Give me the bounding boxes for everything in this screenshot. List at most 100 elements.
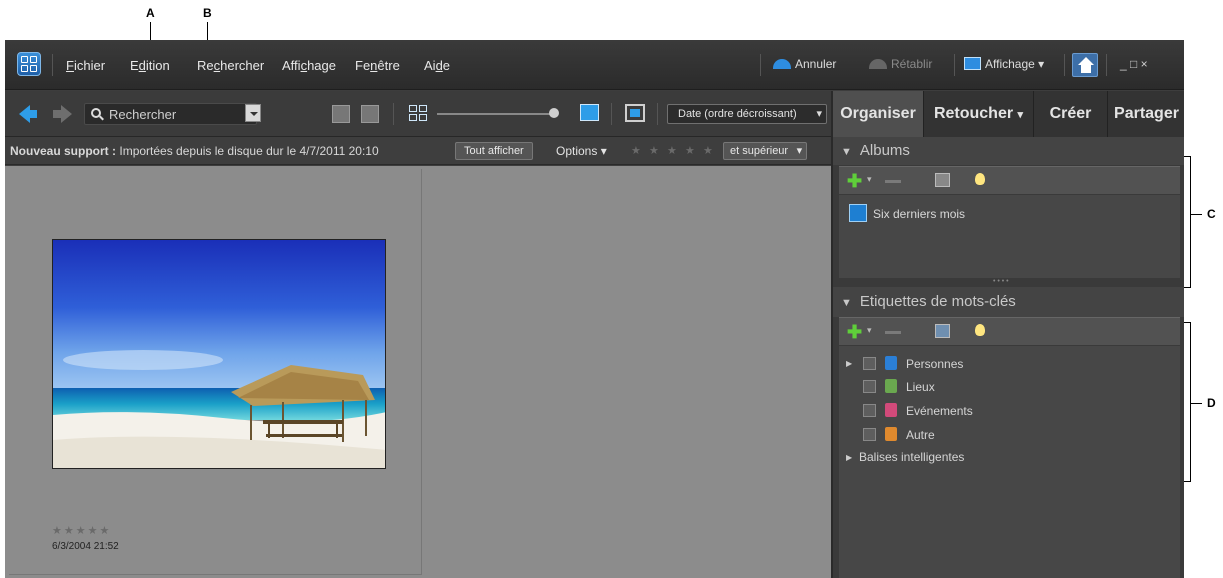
panel-resize-handle[interactable]: • • • • [993,278,1009,285]
monitor-icon [964,57,981,70]
toolbar-separator [657,103,658,125]
rating-star-icon[interactable]: ★ [631,144,641,157]
forward-arrow-icon[interactable] [61,105,72,123]
toolbar-separator [393,103,394,125]
place-tag-icon [885,379,897,393]
home-icon [1078,57,1094,65]
media-info-bar: Nouveau support : Importées depuis le di… [5,137,831,165]
app-logo-icon[interactable] [17,52,41,76]
albums-list: Six derniers mois [839,195,1180,278]
edit-album-icon[interactable] [935,173,950,187]
options-menu-button[interactable]: Options ▾ [556,144,607,158]
panel-tabs: Organiser Retoucher ▾ Créer Partager [833,91,1184,137]
bulb-icon[interactable] [975,173,985,185]
menu-aide[interactable]: Aide [424,58,450,73]
event-tag-icon [885,403,897,417]
add-dropdown-icon[interactable]: ▾ [867,325,872,336]
menu-fichier[interactable]: Fichier [66,58,105,73]
large-view-icon[interactable] [580,104,599,121]
bracket-c-tick [1190,214,1202,215]
thumbnail-cell[interactable]: ★★★★★ 6/3/2004 21:52 [9,169,422,575]
callout-c: C [1207,207,1216,221]
tab-organiser[interactable]: Organiser [833,91,924,137]
tab-creer[interactable]: Créer [1034,91,1108,137]
keyword-photo-icon[interactable] [935,324,950,338]
collapse-triangle-icon[interactable]: ▼ [841,146,852,158]
bulb-icon[interactable] [975,324,985,336]
smart-tags-item[interactable]: Balises intelligentes [859,450,964,464]
remove-keyword-icon[interactable] [885,331,901,334]
beach-photo-image [53,240,385,468]
rating-filter-dropdown[interactable]: et supérieur [723,142,808,160]
bracket-c-vertical [1190,156,1191,288]
thumbnail-rating-stars[interactable]: ★★★★★ [52,524,111,537]
sort-order-dropdown[interactable]: Date (ordre décroissant) [667,104,827,124]
rating-star-icon[interactable]: ★ [667,144,677,157]
rotate-right-icon[interactable] [361,105,379,123]
redo-button[interactable]: Rétablir [869,57,932,71]
thumbnail-size-slider[interactable] [437,113,557,115]
bracket-d-bottom [1184,481,1190,482]
home-icon-body [1081,65,1091,73]
beach-photo-thumbnail[interactable] [52,239,386,469]
keyword-checkbox[interactable] [863,428,876,441]
show-all-button[interactable]: Tout afficher [455,142,533,160]
expand-triangle-icon[interactable]: ▶ [846,453,852,462]
person-tag-icon [885,356,897,370]
callout-b: B [203,6,212,20]
menu-separator [1106,54,1107,76]
add-album-icon[interactable]: ✚ [847,172,862,190]
tab-partager[interactable]: Partager [1108,91,1184,137]
rating-star-icon[interactable]: ★ [703,144,713,157]
task-panel: Organiser Retoucher ▾ Créer Partager ▼ Al… [831,91,1184,578]
keywords-header[interactable]: ▼ Etiquettes de mots-clés [833,287,1184,317]
grid-view-icon[interactable] [409,105,427,121]
album-icon [849,204,867,222]
menu-affichage[interactable]: Affichage [282,58,336,73]
add-keyword-icon[interactable]: ✚ [847,323,862,341]
toolbar-separator [611,103,612,125]
rotate-left-icon[interactable] [332,105,350,123]
media-browser: ★★★★★ 6/3/2004 21:52 [5,166,831,578]
undo-icon [773,59,791,69]
menu-separator [760,54,761,76]
back-arrow-tail [29,110,37,118]
remove-album-icon[interactable] [885,180,901,183]
redo-icon [869,59,887,69]
search-icon-handle [99,115,104,121]
slider-knob[interactable] [549,108,559,118]
add-dropdown-icon[interactable]: ▾ [867,174,872,185]
rating-star-icon[interactable]: ★ [685,144,695,157]
keywords-toolbar: ✚ ▾ [839,317,1180,345]
window-controls[interactable]: _ □ × [1120,57,1148,71]
fullscreen-icon[interactable] [625,104,645,122]
undo-button[interactable]: Annuler [773,57,836,71]
expand-triangle-icon[interactable]: ▶ [846,359,852,368]
collapse-triangle-icon[interactable]: ▼ [841,297,852,309]
home-button[interactable] [1072,53,1098,77]
menu-rechercher[interactable]: Rechercher [197,58,264,73]
callout-d: D [1207,396,1216,410]
keyword-checkbox[interactable] [863,380,876,393]
forward-arrow-tail [53,110,61,118]
menu-fenetre[interactable]: Fenêtre [355,58,400,73]
bracket-d-tick [1190,403,1202,404]
menu-separator [954,54,955,76]
callout-a: A [146,6,155,20]
tab-retoucher[interactable]: Retoucher ▾ [924,91,1034,137]
search-placeholder: Rechercher [109,107,177,122]
screenshot: A B C D Fichier Edition Rechercher Affic… [0,0,1223,578]
other-tag-icon [885,427,897,441]
keyword-checkbox[interactable] [863,357,876,370]
albums-header[interactable]: ▼ Albums [833,137,1184,165]
display-menu-button[interactable]: Affichage ▾ [964,57,1044,71]
album-item[interactable]: Six derniers mois [849,204,965,222]
bracket-d-vertical [1190,322,1191,482]
search-dropdown-button[interactable] [245,104,261,122]
search-input[interactable]: Rechercher [84,103,257,125]
toolbar: Rechercher Date (ordre décroissant) [5,91,831,137]
thumbnail-date: 6/3/2004 21:52 [52,541,119,552]
keyword-checkbox[interactable] [863,404,876,417]
menu-edition[interactable]: Edition [130,58,170,73]
rating-star-icon[interactable]: ★ [649,144,659,157]
